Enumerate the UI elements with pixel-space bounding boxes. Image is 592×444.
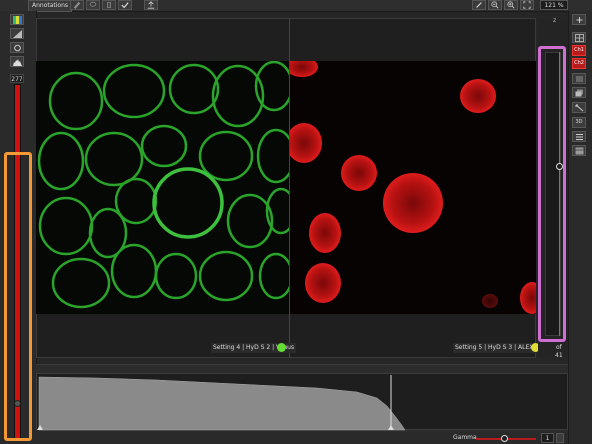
gamma-spin-button[interactable]: [556, 433, 564, 443]
channel-1-color-dot[interactable]: [277, 343, 286, 352]
3d-view-button[interactable]: 3D: [572, 117, 586, 128]
zoom-level-field[interactable]: 121 %: [540, 0, 568, 10]
histogram-icon: [12, 58, 22, 66]
channel-1-toggle[interactable]: Ch1: [572, 45, 586, 56]
green-channel-image[interactable]: [36, 61, 289, 314]
stack-icon: [575, 89, 583, 97]
gradient-button[interactable]: [10, 28, 24, 39]
table-view-button[interactable]: [572, 145, 586, 156]
list-view-button[interactable]: [572, 131, 586, 142]
max-projection-icon: [575, 76, 583, 82]
draw-button[interactable]: [472, 0, 486, 10]
crop-button[interactable]: [572, 102, 586, 113]
color-lut-icon: [12, 15, 22, 24]
eraser-icon: [107, 2, 111, 8]
apply-button[interactable]: [118, 0, 132, 10]
zoom-in-icon: [507, 1, 515, 9]
check-icon: [121, 2, 129, 9]
red-channel-image[interactable]: [290, 61, 536, 314]
stack-view-button[interactable]: [572, 87, 586, 98]
highlight-box-pink: [538, 46, 566, 342]
highlight-box-orange: [4, 152, 32, 441]
histogram-curve: [38, 376, 406, 431]
gamma-label: Gamma: [453, 434, 477, 441]
reset-icon: [13, 44, 21, 51]
export-button[interactable]: [144, 0, 158, 10]
grid-icon: [574, 34, 584, 42]
list-icon: [575, 134, 583, 140]
z-slider-label: z: [553, 17, 557, 24]
zoom-out-icon: [491, 1, 499, 9]
histogram-button[interactable]: [10, 56, 24, 67]
max-projection-button[interactable]: [572, 73, 586, 84]
channel-2-toggle[interactable]: Ch2: [572, 58, 586, 69]
color-lut-button[interactable]: [10, 14, 24, 25]
add-button[interactable]: [572, 14, 586, 25]
grid-view-button[interactable]: [572, 32, 586, 43]
pencil-icon: [476, 2, 482, 8]
z-total-count: 41: [555, 352, 563, 359]
export-icon: [147, 1, 155, 9]
brush-tool-button[interactable]: [70, 0, 84, 10]
gamma-slider-handle[interactable]: [501, 435, 508, 442]
lasso-icon: [89, 1, 97, 7]
max-intensity-value[interactable]: 277: [10, 74, 24, 83]
eraser-tool-button[interactable]: [102, 0, 116, 10]
z-of-label: of: [556, 344, 562, 351]
zoom-out-button[interactable]: [488, 0, 502, 10]
reset-button[interactable]: [10, 42, 24, 53]
brush-icon: [74, 2, 80, 9]
gamma-value-field[interactable]: 1: [541, 433, 554, 443]
histogram-panel[interactable]: [36, 373, 568, 431]
zoom-in-button[interactable]: [504, 0, 518, 10]
gradient-icon: [12, 29, 22, 38]
fit-screen-button[interactable]: [520, 0, 534, 10]
plus-icon: [576, 17, 582, 23]
lasso-tool-button[interactable]: [86, 0, 100, 10]
table-icon: [575, 147, 583, 155]
crop-icon: [575, 104, 583, 112]
fit-screen-icon: [523, 1, 531, 9]
